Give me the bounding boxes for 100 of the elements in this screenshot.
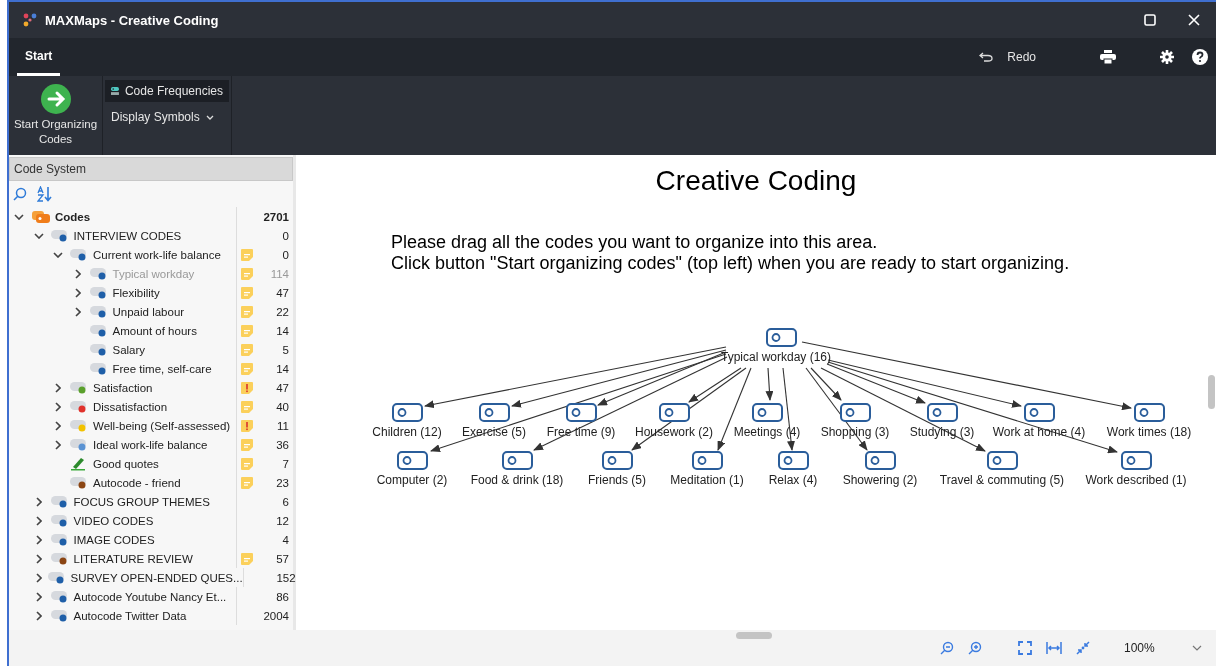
node-label: Friends (5): [588, 473, 646, 487]
panel-title: Code System: [9, 157, 293, 181]
code-label[interactable]: Autocode Youtube Nancy Et...: [73, 590, 227, 603]
redo-button[interactable]: Redo: [969, 38, 1046, 76]
code-node-icon[interactable]: [864, 451, 896, 470]
maximize-icon: [1144, 14, 1156, 26]
code-node-icon[interactable]: [565, 403, 597, 422]
chevron-right-icon[interactable]: [74, 287, 81, 298]
chevron-right-icon[interactable]: [35, 496, 42, 507]
code-node-icon[interactable]: [478, 403, 510, 422]
code-label[interactable]: Well-being (Self-assessed): [93, 419, 231, 432]
scrollbar-thumb[interactable]: [1208, 375, 1215, 409]
code-label[interactable]: VIDEO CODES: [73, 514, 154, 527]
code-label[interactable]: FOCUS GROUP THEMES: [73, 495, 210, 508]
code-node-icon[interactable]: [391, 403, 423, 422]
code-node-icon[interactable]: [926, 403, 958, 422]
node-label: Showering (2): [842, 473, 918, 487]
code-label[interactable]: SURVEY OPEN-ENDED QUES...: [70, 571, 243, 584]
important-memo-icon[interactable]: [240, 418, 254, 433]
code-node-icon[interactable]: [601, 451, 633, 470]
code-node-icon[interactable]: [396, 451, 428, 470]
connector-arrow: [765, 367, 774, 401]
node-label: Relax (4): [768, 473, 818, 487]
sort-button[interactable]: [37, 186, 53, 202]
code-count: 4: [281, 533, 290, 546]
code-frequencies-button[interactable]: Code Frequencies: [105, 80, 229, 102]
code-node-icon[interactable]: [839, 403, 871, 422]
zoom-select[interactable]: 100%: [1124, 638, 1202, 658]
code-count: 5: [281, 343, 290, 356]
chevron-right-icon[interactable]: [55, 420, 61, 431]
chevron-right-icon[interactable]: [55, 382, 61, 393]
fit-to-screen-button[interactable]: [1018, 641, 1032, 655]
zoom-out-button[interactable]: [940, 641, 954, 655]
code-node-icon[interactable]: [658, 403, 690, 422]
code-node-icon[interactable]: [1023, 403, 1055, 422]
code-node-icon[interactable]: [986, 451, 1018, 470]
code-count: 0: [281, 229, 290, 242]
zoom-in-button[interactable]: [968, 641, 982, 655]
search-button[interactable]: [13, 187, 27, 201]
code-label[interactable]: Codes: [55, 210, 91, 223]
fit-width-button[interactable]: [1046, 642, 1062, 654]
code-node-icon[interactable]: [1120, 451, 1152, 470]
help-icon: [1192, 49, 1208, 65]
node-label: Typical workday (16): [720, 350, 831, 364]
code-count: 47: [275, 286, 290, 299]
chevron-down-icon[interactable]: [53, 251, 63, 258]
code-label[interactable]: Salary: [112, 343, 146, 356]
chevron-down-icon[interactable]: [33, 232, 44, 239]
app-logo-icon: [23, 13, 37, 27]
node-label: Food & drink (18): [470, 473, 564, 487]
close-icon: [1188, 14, 1200, 26]
chevron-right-icon[interactable]: [55, 401, 61, 412]
code-label[interactable]: Good quotes: [93, 457, 159, 470]
code-label[interactable]: Dissatisfaction: [93, 400, 168, 413]
code-count: 14: [275, 362, 290, 375]
chevron-right-icon[interactable]: [74, 306, 81, 317]
chevron-right-icon[interactable]: [35, 572, 42, 583]
code-node-icon[interactable]: [751, 403, 783, 422]
caret-icon: [205, 114, 214, 120]
code-label[interactable]: LITERATURE REVIEW: [73, 552, 193, 565]
code-count: 7: [281, 457, 290, 470]
map-title: Creative Coding: [655, 165, 857, 196]
code-node-icon[interactable]: [691, 451, 723, 470]
code-node-icon[interactable]: [765, 328, 797, 347]
code-label[interactable]: Free time, self-care: [112, 362, 212, 375]
code-label[interactable]: Autocode - friend: [93, 476, 181, 489]
scrollbar-thumb[interactable]: [736, 632, 772, 639]
instruction-text: Please drag all the codes you want to organize into this area.: [391, 232, 879, 253]
chevron-right-icon[interactable]: [35, 534, 42, 545]
important-memo-icon[interactable]: [240, 380, 254, 395]
code-label[interactable]: IMAGE CODES: [73, 533, 155, 546]
collapse-button[interactable]: [1076, 641, 1090, 655]
chevron-right-icon[interactable]: [55, 439, 61, 450]
code-label[interactable]: Current work-life balance: [93, 248, 221, 261]
code-label[interactable]: INTERVIEW CODES: [73, 229, 182, 242]
code-label[interactable]: Ideal work-life balance: [93, 438, 208, 451]
arrow-right-icon: [40, 84, 71, 114]
chevron-down-icon[interactable]: [14, 213, 24, 220]
chevron-right-icon[interactable]: [35, 591, 42, 602]
code-count: 57: [275, 552, 290, 565]
code-count: 22: [275, 305, 290, 318]
chevron-right-icon[interactable]: [74, 268, 81, 279]
code-count: 86: [275, 590, 290, 603]
settings-icon: [1160, 50, 1174, 64]
code-node-icon[interactable]: [777, 451, 809, 470]
code-label[interactable]: Amount of hours: [112, 324, 197, 337]
code-node-icon[interactable]: [501, 451, 533, 470]
instruction-text: Click button "Start organizing codes" (top left) when you are ready to start organizing.: [391, 253, 1070, 274]
code-node-icon[interactable]: [1133, 403, 1165, 422]
display-symbols-dropdown[interactable]: Display Symbols: [105, 106, 229, 128]
code-count: 36: [275, 438, 290, 451]
code-label[interactable]: Autocode Twitter Data: [73, 609, 187, 622]
node-label: Work described (1): [1085, 473, 1187, 487]
code-label[interactable]: Flexibility: [112, 286, 160, 299]
chevron-right-icon[interactable]: [35, 553, 42, 564]
code-label[interactable]: Unpaid labour: [112, 305, 185, 318]
window-title: MAXMaps - Creative Coding: [45, 12, 220, 28]
code-label[interactable]: Satisfaction: [93, 381, 153, 394]
chevron-right-icon[interactable]: [35, 515, 42, 526]
chevron-right-icon[interactable]: [35, 610, 42, 621]
